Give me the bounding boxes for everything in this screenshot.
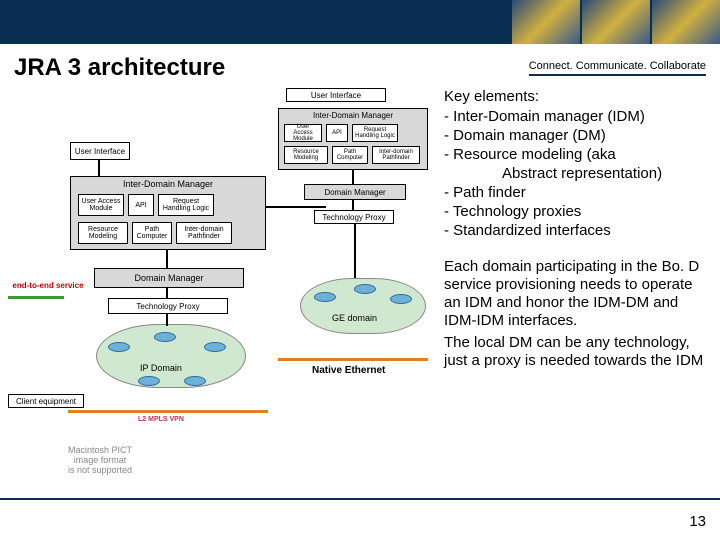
router-icon	[184, 376, 206, 386]
tagline: Connect. Communicate. Collaborate	[529, 60, 706, 76]
native-eth-label: Native Ethernet	[310, 364, 387, 377]
list-item: - Inter-Domain manager (IDM)	[444, 108, 712, 126]
router-icon	[138, 376, 160, 386]
paragraph: The local DM can be any technology, just…	[444, 334, 712, 370]
header-images	[512, 0, 720, 44]
text-column: Key elements: - Inter-Domain manager (ID…	[444, 86, 712, 486]
pict-note: Macintosh PICT image format is not suppo…	[68, 446, 132, 476]
ip-domain-label: IP Domain	[138, 362, 184, 374]
req-box: Request Handling Logic	[158, 194, 214, 216]
pathc-small: Path Computer	[332, 146, 368, 164]
api-box: API	[128, 194, 154, 216]
architecture-diagram: User Interface Inter-Domain Manager User…	[8, 86, 438, 486]
paragraph: Each domain participating in the Bo. D s…	[444, 258, 712, 330]
list-item: - Resource modeling (aka	[444, 146, 712, 164]
header-bar	[0, 0, 720, 44]
list-item: - Technology proxies	[444, 203, 712, 221]
connector	[98, 160, 100, 176]
res-box: Resource Modeling	[78, 222, 128, 244]
list-item: - Path finder	[444, 184, 712, 202]
api-small: API	[326, 124, 348, 142]
l2-arrow	[68, 410, 268, 413]
connector	[166, 250, 168, 268]
idp-small: Inter-domain Pathfinder	[372, 146, 420, 164]
eth-arrow	[278, 358, 428, 361]
list-item: - Domain manager (DM)	[444, 127, 712, 145]
pathc-box: Path Computer	[132, 222, 172, 244]
l2-label: L2 MPLS VPN	[138, 416, 184, 423]
connector	[166, 314, 168, 326]
ge-domain-label: GE domain	[330, 312, 379, 324]
ua-box: User Access Module	[78, 194, 124, 216]
tp-small-box: Technology Proxy	[314, 210, 394, 224]
req-small: Request Handling Logic	[352, 124, 398, 142]
dm-small-box: Domain Manager	[304, 184, 406, 200]
router-icon	[390, 294, 412, 304]
page-title: JRA 3 architecture	[14, 54, 225, 82]
connector	[166, 288, 168, 298]
router-icon	[314, 292, 336, 302]
list-item: - Standardized interfaces	[444, 222, 712, 240]
green-arrow	[8, 296, 64, 299]
res-small: Resource Modeling	[284, 146, 328, 164]
ui-small-box: User Interface	[286, 88, 386, 102]
router-icon	[204, 342, 226, 352]
page-number: 13	[689, 513, 706, 530]
ui-label: User Interface	[70, 142, 130, 160]
key-heading: Key elements:	[444, 88, 712, 106]
router-icon	[108, 342, 130, 352]
connector	[352, 170, 354, 184]
connector	[354, 224, 356, 278]
tp-box: Technology Proxy	[108, 298, 228, 314]
router-icon	[154, 332, 176, 342]
e2e-label: end-to-end service	[8, 278, 88, 292]
router-icon	[354, 284, 376, 294]
list-item-indent: Abstract representation)	[444, 165, 712, 183]
footer-divider	[0, 498, 720, 500]
dm-box: Domain Manager	[94, 268, 244, 288]
connector	[352, 200, 354, 210]
idp-box: Inter-domain Pathfinder	[176, 222, 232, 244]
idm-idm-link	[266, 206, 326, 208]
ua-small: User Access Module	[284, 124, 322, 142]
client-label: Client equipment	[8, 394, 84, 408]
